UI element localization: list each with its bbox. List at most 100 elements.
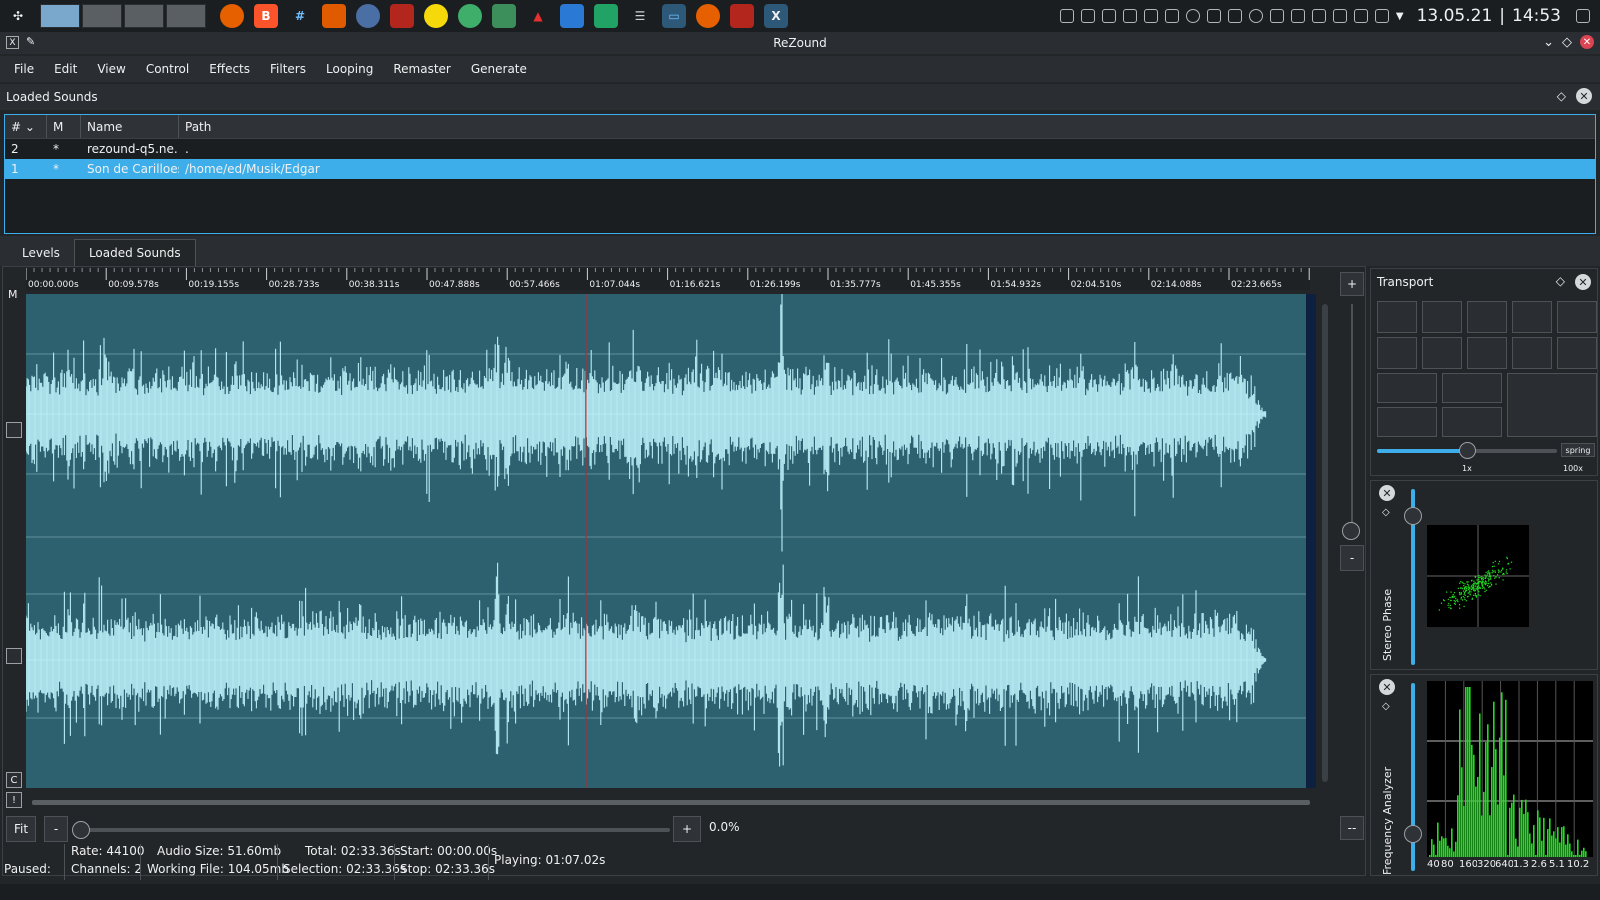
menu-generate[interactable]: Generate bbox=[461, 62, 537, 76]
desktop-1[interactable] bbox=[40, 4, 80, 28]
vzoom-plus-button[interactable]: + bbox=[1340, 272, 1364, 296]
docs-icon[interactable] bbox=[560, 4, 584, 28]
search-app-icon[interactable] bbox=[356, 4, 380, 28]
transport-button[interactable] bbox=[1442, 407, 1502, 437]
notes-icon[interactable] bbox=[424, 4, 448, 28]
zoom-slider-track[interactable] bbox=[80, 828, 670, 832]
tab-levels[interactable]: Levels bbox=[8, 240, 74, 266]
image-viewer-icon[interactable] bbox=[492, 4, 516, 28]
clock-time[interactable]: 14:53 bbox=[1512, 6, 1561, 26]
time-ruler[interactable]: 00:00.000s 00:09.578s 00:19.155s 00:28.733s… bbox=[26, 268, 1310, 290]
vertical-scrollbar[interactable] bbox=[1322, 304, 1328, 782]
show-desktop-icon[interactable] bbox=[1576, 9, 1590, 23]
pin-icon[interactable]: ✎ bbox=[26, 35, 35, 48]
arch-icon[interactable]: ▲ bbox=[526, 4, 550, 28]
float-frequency-analyzer-icon[interactable]: ◇ bbox=[1382, 701, 1390, 712]
pause-icon[interactable] bbox=[1185, 9, 1200, 23]
clock-date[interactable]: 13.05.21 bbox=[1417, 6, 1493, 26]
transport-button[interactable] bbox=[1377, 301, 1417, 333]
desktop-pager[interactable] bbox=[40, 4, 206, 28]
vzoom-reset-button[interactable]: -- bbox=[1340, 816, 1364, 840]
wifi-icon[interactable] bbox=[1374, 9, 1389, 23]
float-transport-icon[interactable]: ◇ bbox=[1556, 274, 1565, 288]
menu-looping[interactable]: Looping bbox=[316, 62, 383, 76]
loaded-sounds-table[interactable]: # ⌄ M Name Path 2 * rezound-q5.ne... . 1… bbox=[4, 114, 1596, 234]
launcher-icon[interactable]: ✣ bbox=[6, 4, 30, 28]
transport-button[interactable] bbox=[1512, 337, 1552, 369]
app-grid-icon[interactable] bbox=[322, 4, 346, 28]
desktop-2[interactable] bbox=[82, 4, 122, 28]
transport-button[interactable] bbox=[1422, 301, 1462, 333]
c-button[interactable]: C bbox=[6, 772, 22, 788]
mute-label[interactable]: M bbox=[8, 288, 18, 301]
tab-loaded-sounds[interactable]: Loaded Sounds bbox=[73, 239, 196, 266]
close-window-icon[interactable]: ✕ bbox=[1580, 35, 1594, 49]
circle-icon[interactable] bbox=[1248, 9, 1263, 23]
transport-button[interactable] bbox=[1377, 373, 1437, 403]
col-header-num[interactable]: # ⌄ bbox=[5, 115, 47, 138]
file-manager-icon[interactable]: ▭ bbox=[662, 4, 686, 28]
terminal-icon[interactable]: # bbox=[288, 4, 312, 28]
vzoom-track[interactable] bbox=[1351, 304, 1353, 534]
float-stereo-phase-icon[interactable]: ◇ bbox=[1382, 507, 1390, 518]
desktop-3[interactable] bbox=[124, 4, 164, 28]
stereo-phase-zoom-handle[interactable] bbox=[1404, 507, 1422, 525]
battery-icon[interactable] bbox=[1311, 9, 1326, 23]
sheets-icon[interactable] bbox=[594, 4, 618, 28]
grid-icon[interactable] bbox=[1122, 9, 1137, 23]
package-icon[interactable] bbox=[1101, 9, 1116, 23]
float-dock-icon[interactable]: ◇ bbox=[1557, 89, 1566, 103]
close-stereo-phase-icon[interactable]: ✕ bbox=[1379, 485, 1395, 501]
clipboard-icon[interactable] bbox=[1290, 9, 1305, 23]
horizontal-scrollbar[interactable] bbox=[32, 800, 1310, 805]
col-header-path[interactable]: Path bbox=[179, 115, 1595, 138]
transport-button[interactable] bbox=[1442, 373, 1502, 403]
transport-button[interactable] bbox=[1557, 301, 1597, 333]
network-tree-icon[interactable] bbox=[1080, 9, 1095, 23]
alarm-icon[interactable] bbox=[1059, 9, 1074, 23]
menu-remaster[interactable]: Remaster bbox=[383, 62, 461, 76]
menu-view[interactable]: View bbox=[87, 62, 135, 76]
mail-icon[interactable] bbox=[1143, 9, 1158, 23]
tray-expand-icon[interactable]: ▼ bbox=[1396, 11, 1404, 22]
transport-button[interactable] bbox=[1377, 337, 1417, 369]
window-titlebar[interactable]: X ✎ ReZound ⌄ ◇ ✕ bbox=[0, 32, 1600, 54]
zoom-minus-button[interactable]: - bbox=[44, 816, 68, 842]
firefox-window-icon[interactable] bbox=[696, 4, 720, 28]
waveform-canvas[interactable] bbox=[25, 282, 1310, 788]
spring-button[interactable]: spring bbox=[1561, 443, 1595, 457]
volume-icon[interactable] bbox=[1206, 9, 1221, 23]
speaker-icon[interactable] bbox=[1353, 9, 1368, 23]
close-transport-icon[interactable]: ✕ bbox=[1575, 274, 1591, 290]
rezound-window-icon[interactable]: X bbox=[764, 4, 788, 28]
zoom-plus-button[interactable]: + bbox=[673, 816, 701, 842]
vzoom-minus-button[interactable]: - bbox=[1340, 545, 1364, 571]
display-icon[interactable] bbox=[1227, 9, 1242, 23]
channel-2-checkbox[interactable] bbox=[6, 648, 22, 664]
col-header-name[interactable]: Name bbox=[81, 115, 179, 138]
zoom-slider-handle[interactable] bbox=[72, 821, 90, 839]
transport-button[interactable] bbox=[1467, 337, 1507, 369]
close-frequency-analyzer-icon[interactable]: ✕ bbox=[1379, 679, 1395, 695]
menu-edit[interactable]: Edit bbox=[44, 62, 87, 76]
vzoom-handle[interactable] bbox=[1342, 522, 1360, 540]
channel-1-checkbox[interactable] bbox=[6, 422, 22, 438]
brave-icon[interactable]: B bbox=[254, 4, 278, 28]
close-dock-icon[interactable]: ✕ bbox=[1576, 88, 1592, 104]
menu-file[interactable]: File bbox=[4, 62, 44, 76]
app-icon[interactable]: X bbox=[6, 36, 19, 49]
transport-button[interactable] bbox=[1512, 301, 1552, 333]
notes-tray-icon[interactable] bbox=[1269, 9, 1284, 23]
menu-effects[interactable]: Effects bbox=[199, 62, 260, 76]
bluetooth-icon[interactable] bbox=[1332, 9, 1347, 23]
menu-filters[interactable]: Filters bbox=[260, 62, 316, 76]
fit-button[interactable]: Fit bbox=[6, 816, 36, 842]
transport-button[interactable] bbox=[1557, 337, 1597, 369]
table-row[interactable]: 2 * rezound-q5.ne... . bbox=[5, 139, 1595, 159]
bang-button[interactable]: ! bbox=[6, 792, 22, 808]
minimize-icon[interactable]: ⌄ bbox=[1543, 35, 1554, 50]
table-row-selected[interactable]: 1 * Son de Carilloes... /home/ed/Musik/E… bbox=[5, 159, 1595, 179]
acrobat-window-icon[interactable] bbox=[730, 4, 754, 28]
settings-app-icon[interactable]: ☰ bbox=[628, 4, 652, 28]
transport-button[interactable] bbox=[1377, 407, 1437, 437]
